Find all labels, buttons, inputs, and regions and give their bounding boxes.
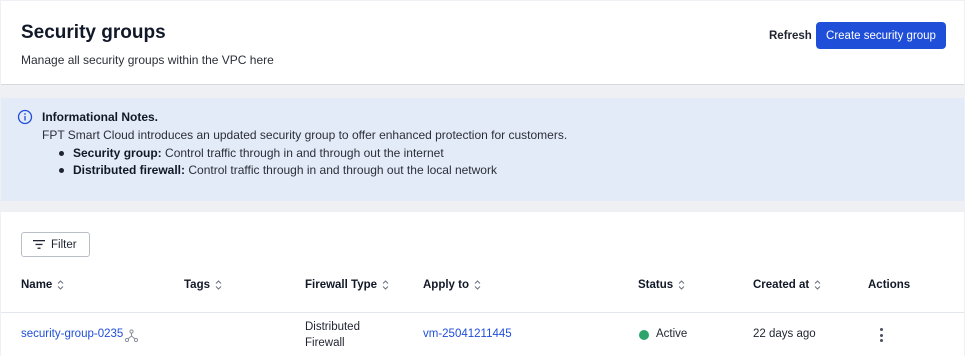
refresh-button[interactable]: Refresh: [761, 22, 820, 49]
info-icon: [17, 109, 33, 125]
sort-icon: [474, 280, 481, 290]
security-group-name-link[interactable]: security-group-0235: [21, 328, 123, 340]
notes-item-term: Security group:: [73, 146, 162, 160]
filter-label: Filter: [51, 238, 77, 251]
filter-icon: [33, 240, 45, 249]
status-cell: Active: [656, 328, 688, 340]
column-header-apply-to[interactable]: Apply to: [423, 278, 481, 292]
page-subtitle: Manage all security groups within the VP…: [21, 53, 274, 67]
firewall-type-cell: Distributed: [305, 321, 360, 333]
notes-list: Security group: Control traffic through …: [56, 145, 497, 179]
page-title: Security groups: [21, 22, 166, 43]
column-header-tags[interactable]: Tags: [184, 278, 222, 292]
column-header-actions: Actions: [868, 279, 911, 291]
informational-notes: Informational Notes. FPT Smart Cloud int…: [1, 98, 964, 201]
column-header-created-at[interactable]: Created at: [753, 278, 821, 292]
column-header-name[interactable]: Name: [21, 278, 64, 292]
created-at-cell: 22 days ago: [753, 328, 816, 340]
group-icon: [125, 329, 138, 342]
column-header-status[interactable]: Status: [638, 278, 685, 292]
notes-item: Distributed firewall: Control traffic th…: [56, 162, 497, 179]
notes-item-text: Control traffic through in and through o…: [185, 163, 497, 177]
status-indicator: [639, 330, 649, 340]
column-header-firewall-type[interactable]: Firewall Type: [305, 278, 389, 292]
create-security-group-button[interactable]: Create security group: [816, 22, 946, 49]
notes-title: Informational Notes.: [42, 110, 159, 124]
firewall-type-cell: Firewall: [305, 337, 345, 349]
notes-item-text: Control traffic through in and through o…: [161, 146, 444, 160]
sort-icon: [215, 280, 222, 290]
sort-icon: [678, 280, 685, 290]
notes-item: Security group: Control traffic through …: [56, 145, 497, 162]
notes-item-term: Distributed firewall:: [73, 163, 186, 177]
row-divider: [1, 312, 964, 313]
filter-button[interactable]: Filter: [21, 232, 90, 257]
page-header: Security groups Manage all security grou…: [1, 1, 964, 85]
sort-icon: [382, 280, 389, 290]
notes-intro: FPT Smart Cloud introduces an updated se…: [42, 128, 568, 142]
sort-icon: [814, 280, 821, 290]
more-vertical-icon[interactable]: [874, 327, 888, 343]
sort-icon: [57, 280, 64, 290]
apply-to-link[interactable]: vm-25041211445: [423, 328, 512, 340]
security-groups-table: Filter Name Tags Firewall Type Apply to …: [1, 212, 964, 356]
